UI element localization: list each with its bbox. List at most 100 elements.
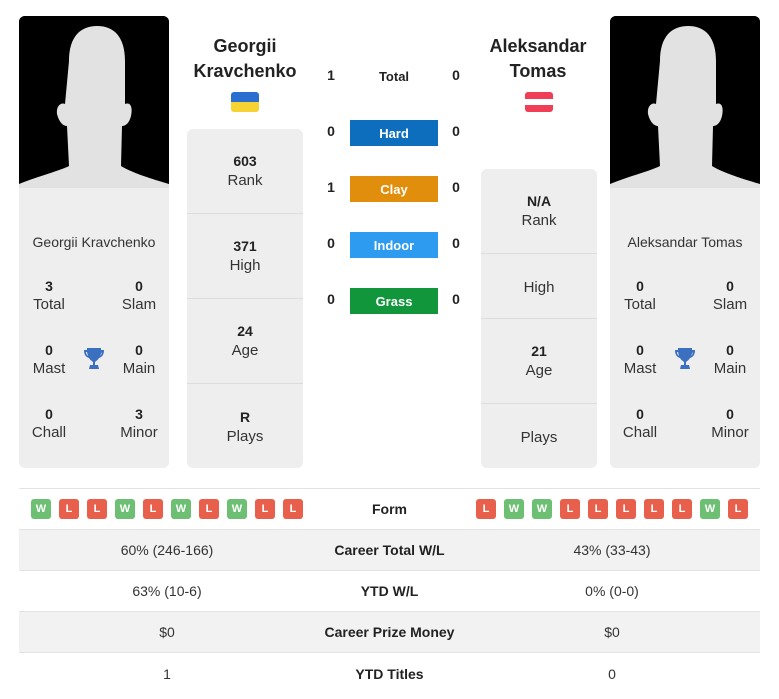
form-win-badge[interactable]: W bbox=[171, 499, 191, 519]
label: Main bbox=[122, 360, 156, 377]
form-loss-badge[interactable]: L bbox=[588, 499, 608, 519]
label: Age bbox=[525, 362, 553, 379]
player2-titles-chall: 0 Chall bbox=[610, 406, 670, 441]
form-win-badge[interactable]: W bbox=[504, 499, 524, 519]
player2-name[interactable]: Aleksandar Tomas bbox=[468, 34, 608, 84]
row-label: Career Prize Money bbox=[324, 624, 455, 640]
value: 0 bbox=[726, 342, 734, 358]
player2-value: 43% (33-43) bbox=[573, 542, 651, 558]
player1-age: 24 Age bbox=[187, 299, 303, 384]
table-row-ytd-titles: 1 YTD Titles 0 bbox=[19, 653, 760, 694]
form-win-badge[interactable]: W bbox=[700, 499, 720, 519]
label: Rank bbox=[227, 172, 263, 189]
player1-photo bbox=[19, 16, 169, 188]
player2-first-name: Aleksandar bbox=[489, 36, 587, 56]
h2h-clay-p1: 1 bbox=[327, 179, 335, 195]
form-loss-badge[interactable]: L bbox=[283, 499, 303, 519]
label: Minor bbox=[711, 424, 749, 441]
form-win-badge[interactable]: W bbox=[31, 499, 51, 519]
player1-plays: R Plays bbox=[187, 384, 303, 468]
surface-hard-badge[interactable]: Hard bbox=[350, 120, 438, 146]
form-loss-badge[interactable]: L bbox=[672, 499, 692, 519]
player2-card-name[interactable]: Aleksandar Tomas bbox=[610, 234, 760, 250]
player1-titles-main: 0 Main bbox=[109, 342, 169, 377]
player2-titles-slam: 0 Slam bbox=[700, 278, 760, 313]
value: 0 bbox=[135, 278, 143, 294]
value: 0 bbox=[726, 278, 734, 294]
austria-flag-icon bbox=[525, 92, 553, 112]
player1-value: 63% (10-6) bbox=[132, 583, 202, 599]
form-loss-badge[interactable]: L bbox=[476, 499, 496, 519]
player1-titles-total: 3 Total bbox=[19, 278, 79, 313]
value: 0 bbox=[636, 406, 644, 422]
player2-card: Aleksandar Tomas 0 Total 0 Slam 0 Mast 0… bbox=[610, 16, 760, 468]
label: Slam bbox=[712, 296, 748, 313]
silhouette-icon bbox=[610, 16, 760, 188]
player1-card: Georgii Kravchenko 3 Total 0 Slam 0 Mast… bbox=[19, 16, 169, 468]
player2-plays: Plays bbox=[481, 404, 597, 468]
player1-titles-slam: 0 Slam bbox=[109, 278, 169, 313]
player1-last-name: Kravchenko bbox=[193, 61, 297, 81]
value: 3 bbox=[45, 278, 53, 294]
row-label: Career Total W/L bbox=[334, 542, 445, 558]
player2-age: 21 Age bbox=[481, 319, 597, 404]
player2-form: LWWLLLLLWL bbox=[464, 499, 760, 519]
player1-info-panel: 603 Rank 371 High 24 Age R Plays bbox=[187, 129, 303, 468]
label: High bbox=[523, 279, 555, 296]
form-loss-badge[interactable]: L bbox=[616, 499, 636, 519]
form-loss-badge[interactable]: L bbox=[728, 499, 748, 519]
player1-high: 371 High bbox=[187, 214, 303, 299]
h2h-hard-p1: 0 bbox=[327, 123, 335, 139]
h2h-total-label: Total bbox=[378, 69, 410, 84]
h2h-total-p1: 1 bbox=[327, 67, 335, 83]
form-loss-badge[interactable]: L bbox=[560, 499, 580, 519]
comparison-table: WLLWLWLWLL Form LWWLLLLLWL 60% (246-166)… bbox=[19, 488, 760, 694]
player1-card-name[interactable]: Georgii Kravchenko bbox=[19, 234, 169, 250]
label: Total bbox=[33, 296, 65, 313]
trophy-icon bbox=[675, 348, 695, 369]
surface-indoor-badge[interactable]: Indoor bbox=[350, 232, 438, 258]
label: Mast bbox=[623, 360, 657, 377]
form-win-badge[interactable]: W bbox=[227, 499, 247, 519]
label: Total bbox=[624, 296, 656, 313]
ukraine-flag-icon bbox=[231, 92, 259, 112]
form-loss-badge[interactable]: L bbox=[255, 499, 275, 519]
form-loss-badge[interactable]: L bbox=[59, 499, 79, 519]
row-label: YTD W/L bbox=[360, 583, 419, 599]
player2-value: $0 bbox=[604, 624, 620, 640]
form-loss-badge[interactable]: L bbox=[644, 499, 664, 519]
h2h-indoor-p1: 0 bbox=[327, 235, 335, 251]
value: 0 bbox=[636, 342, 644, 358]
table-row-ytd-wl: 63% (10-6) YTD W/L 0% (0-0) bbox=[19, 571, 760, 612]
h2h-hard-p2: 0 bbox=[452, 123, 460, 139]
form-row: WLLWLWLWLL Form LWWLLLLLWL bbox=[19, 489, 760, 530]
label: Minor bbox=[120, 424, 158, 441]
form-label: Form bbox=[372, 501, 407, 517]
value: 0 bbox=[135, 342, 143, 358]
label: High bbox=[229, 257, 261, 274]
label: Chall bbox=[622, 424, 658, 441]
h2h-indoor-p2: 0 bbox=[452, 235, 460, 251]
label: Age bbox=[231, 342, 259, 359]
player1-name[interactable]: Georgii Kravchenko bbox=[175, 34, 315, 84]
form-loss-badge[interactable]: L bbox=[199, 499, 219, 519]
label: Main bbox=[713, 360, 747, 377]
surface-grass-badge[interactable]: Grass bbox=[350, 288, 438, 314]
form-win-badge[interactable]: W bbox=[532, 499, 552, 519]
form-loss-badge[interactable]: L bbox=[87, 499, 107, 519]
player1-form: WLLWLWLWLL bbox=[19, 499, 315, 519]
label: Plays bbox=[226, 427, 264, 445]
row-label: YTD Titles bbox=[355, 665, 424, 682]
table-row-career-total: 60% (246-166) Career Total W/L 43% (33-4… bbox=[19, 530, 760, 571]
player1-rank: 603 Rank bbox=[187, 129, 303, 214]
value: 0 bbox=[45, 406, 53, 422]
player2-rank: N/A Rank bbox=[481, 169, 597, 254]
table-row-prize-money: $0 Career Prize Money $0 bbox=[19, 612, 760, 653]
player1-value: $0 bbox=[159, 624, 175, 640]
label: Rank bbox=[521, 212, 557, 229]
form-loss-badge[interactable]: L bbox=[143, 499, 163, 519]
form-win-badge[interactable]: W bbox=[115, 499, 135, 519]
player1-titles-minor: 3 Minor bbox=[109, 406, 169, 441]
surface-clay-badge[interactable]: Clay bbox=[350, 176, 438, 202]
label: Chall bbox=[31, 424, 67, 441]
